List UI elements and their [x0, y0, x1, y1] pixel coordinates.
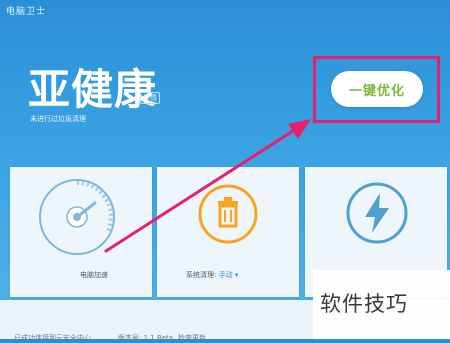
cleanup-card[interactable]: 系统清理: 手动 ▾ [157, 167, 299, 297]
cleanup-label: 系统清理: 手动 ▾ [186, 270, 238, 280]
trash-icon [198, 184, 258, 244]
details-link[interactable]: 详情 [140, 92, 160, 104]
speedup-card[interactable]: 电脑加速 [10, 167, 152, 297]
lightning-icon [346, 182, 408, 244]
highlight-box [313, 56, 440, 123]
app-title: 电脑卫士 [6, 7, 47, 17]
title-bar: 电脑卫士 [0, 0, 450, 22]
cleanup-mode-dropdown[interactable]: 手动 ▾ [219, 271, 239, 279]
watermark: 软件技巧 [313, 270, 450, 339]
check-update-link[interactable]: 检查更新 [178, 333, 206, 343]
watermark-text: 软件技巧 [320, 292, 408, 316]
speedometer-icon [39, 179, 115, 255]
cloud-connection-status: 已成功连接到云安全中心 [14, 334, 91, 342]
cleanup-label-text: 系统清理: [186, 271, 217, 279]
speedup-label: 电脑加速 [80, 271, 108, 279]
health-status-subtitle: 未进行过垃圾清理 [30, 115, 86, 123]
version-label: 版本号: 1.1 Beta [118, 334, 174, 342]
health-status-heading: 亚健康 [28, 65, 158, 114]
